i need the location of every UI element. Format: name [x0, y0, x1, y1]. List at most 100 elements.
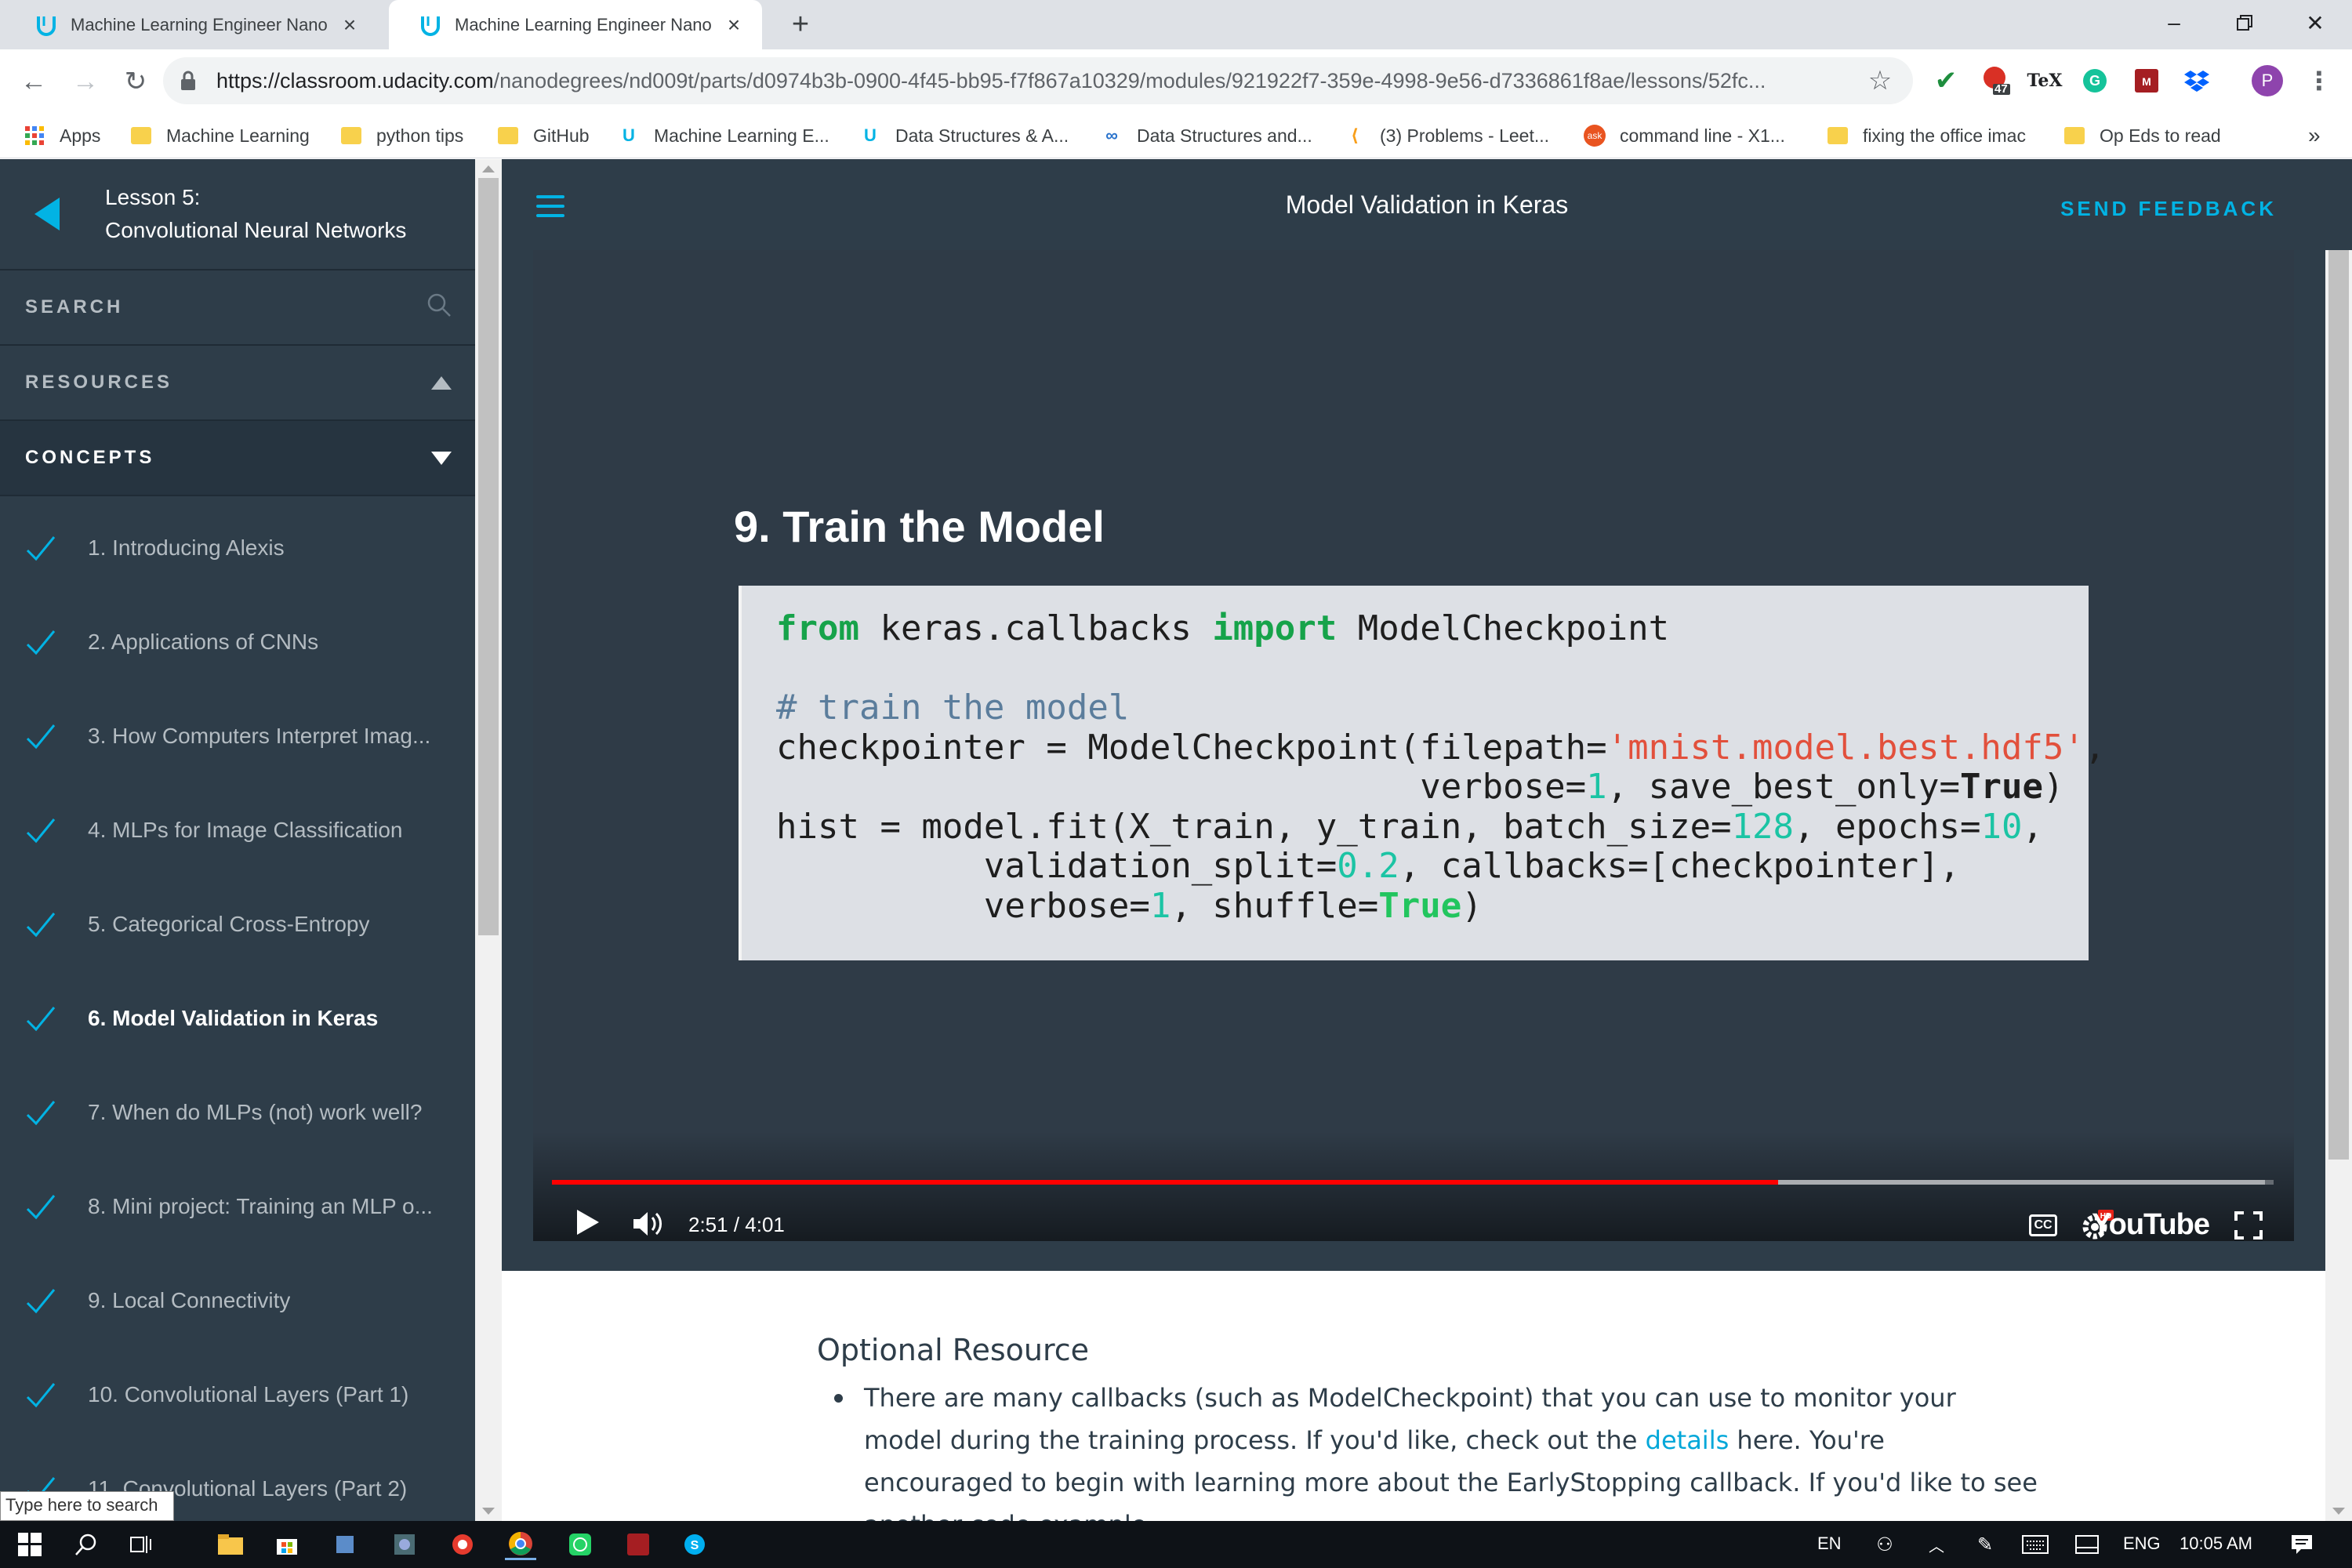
- slide-title: 9. Train the Model: [734, 502, 1105, 551]
- bookmark-link[interactable]: ∞ Data Structures and...: [1101, 113, 1312, 158]
- concepts-label: CONCEPTS: [25, 447, 155, 468]
- store-icon[interactable]: [271, 1529, 303, 1560]
- page-scrollbar[interactable]: [2325, 250, 2352, 1521]
- sidebar-resources[interactable]: RESOURCES: [0, 346, 475, 421]
- keyboard-icon[interactable]: [2020, 1529, 2051, 1560]
- chrome-icon[interactable]: [505, 1529, 536, 1560]
- back-triangle-icon[interactable]: [34, 198, 60, 230]
- task-view-icon[interactable]: [125, 1529, 157, 1560]
- browser-tab-strip: Machine Learning Engineer Nano × Machine…: [0, 0, 2352, 49]
- display-icon[interactable]: [2071, 1529, 2103, 1560]
- sidebar-item-concept[interactable]: 2. Applications of CNNs: [0, 595, 475, 689]
- sidebar-item-concept[interactable]: 9. Local Connectivity: [0, 1254, 475, 1348]
- fullscreen-icon[interactable]: [2234, 1211, 2263, 1243]
- whatsapp-icon[interactable]: [564, 1529, 596, 1560]
- concept-label: 2. Applications of CNNs: [88, 630, 319, 654]
- clock[interactable]: 10:05 AM: [2180, 1534, 2252, 1554]
- sidebar-item-concept[interactable]: 8. Mini project: Training an MLP o...: [0, 1160, 475, 1254]
- play-icon[interactable]: [577, 1210, 599, 1235]
- mendeley-icon[interactable]: [622, 1529, 654, 1560]
- bookmark-apps[interactable]: Apps: [24, 113, 100, 158]
- taskbar-search-box[interactable]: Type here to search: [0, 1491, 174, 1521]
- keyboard-language[interactable]: ENG: [2123, 1534, 2161, 1554]
- video-player[interactable]: 9. Train the Model from keras.callbacks …: [533, 250, 2294, 1241]
- close-tab-icon[interactable]: ×: [337, 13, 362, 38]
- code-snippet: from keras.callbacks import ModelCheckpo…: [739, 586, 2105, 960]
- input-language[interactable]: EN: [1817, 1534, 1842, 1554]
- scroll-down-arrow-icon[interactable]: [2332, 1508, 2345, 1515]
- send-feedback-button[interactable]: SEND FEEDBACK: [2060, 197, 2277, 221]
- sidebar-concepts[interactable]: CONCEPTS: [0, 421, 475, 496]
- grammarly-icon[interactable]: G: [2078, 64, 2112, 98]
- app-icon[interactable]: [447, 1529, 478, 1560]
- notification-icon[interactable]: [2286, 1529, 2318, 1560]
- windows-start-icon[interactable]: [14, 1529, 45, 1560]
- sidebar-item-concept[interactable]: 5. Categorical Cross-Entropy: [0, 877, 475, 971]
- reload-icon[interactable]: ↻: [114, 60, 157, 103]
- close-window-icon[interactable]: ✕: [2280, 0, 2350, 45]
- pen-icon[interactable]: ✎: [1969, 1529, 2001, 1560]
- chevron-up-icon[interactable]: ︿: [1921, 1529, 1952, 1560]
- skype-icon[interactable]: S: [679, 1529, 710, 1560]
- bookmark-label: Machine Learning E...: [654, 125, 829, 146]
- people-icon[interactable]: ⚇: [1869, 1529, 1900, 1560]
- youtube-logo[interactable]: YouTube: [2092, 1208, 2210, 1242]
- bookmarks-overflow-button[interactable]: »: [2308, 113, 2321, 158]
- hamburger-menu-icon[interactable]: [536, 195, 564, 223]
- video-progress-bar[interactable]: [552, 1180, 2274, 1185]
- back-arrow-icon[interactable]: ←: [13, 60, 55, 103]
- mendeley-icon[interactable]: M: [2129, 64, 2164, 98]
- adblock-extension-icon[interactable]: 47: [1979, 64, 2013, 98]
- sidebar-item-concept[interactable]: 6. Model Validation in Keras: [0, 971, 475, 1065]
- restore-icon[interactable]: [2209, 0, 2280, 45]
- sidebar-item-concept[interactable]: 7. When do MLPs (not) work well?: [0, 1065, 475, 1160]
- bookmark-link[interactable]: U Machine Learning E...: [618, 113, 829, 158]
- scrollbar-thumb[interactable]: [478, 178, 499, 935]
- browser-tab[interactable]: Machine Learning Engineer Nano ×: [5, 0, 378, 49]
- browser-tab-active[interactable]: Machine Learning Engineer Nano ×: [389, 0, 762, 49]
- profile-avatar[interactable]: P: [2250, 64, 2285, 98]
- volume-icon[interactable]: [630, 1207, 665, 1245]
- search-icon[interactable]: [426, 292, 452, 323]
- forward-arrow-icon[interactable]: →: [64, 60, 107, 103]
- bookmark-link[interactable]: U Data Structures & A...: [859, 113, 1069, 158]
- details-link[interactable]: details: [1646, 1425, 1730, 1455]
- bookmark-folder[interactable]: fixing the office imac: [1827, 113, 2026, 158]
- lesson-header[interactable]: Lesson 5: Convolutional Neural Networks: [0, 159, 475, 270]
- bookmark-folder[interactable]: Op Eds to read: [2063, 113, 2221, 158]
- search-icon[interactable]: [71, 1529, 102, 1560]
- windows-taskbar: S EN ⚇ ︿ ✎ ENG 10:05 AM: [0, 1521, 2352, 1568]
- bookmark-link[interactable]: ask command line - X1...: [1584, 113, 1785, 158]
- close-tab-icon[interactable]: ×: [721, 13, 746, 38]
- menu-kebab-icon[interactable]: ⋮: [2302, 64, 2336, 98]
- scroll-down-arrow-icon[interactable]: [482, 1508, 495, 1515]
- minimize-icon[interactable]: –: [2139, 0, 2209, 45]
- bookmark-star-icon[interactable]: ☆: [1864, 65, 1896, 96]
- app-icon[interactable]: [329, 1529, 361, 1560]
- bookmark-label: Apps: [60, 125, 101, 146]
- bookmark-folder[interactable]: Machine Learning: [130, 113, 310, 158]
- checkmark-extension-icon[interactable]: ✔: [1929, 64, 1963, 98]
- sidebar-item-concept[interactable]: 4. MLPs for Image Classification: [0, 783, 475, 877]
- scrollbar-thumb[interactable]: [2328, 250, 2349, 1160]
- address-bar[interactable]: https://classroom.udacity.com/nanodegree…: [163, 57, 1913, 104]
- sidebar-item-concept[interactable]: 1. Introducing Alexis: [0, 501, 475, 595]
- bookmark-folder[interactable]: GitHub: [497, 113, 590, 158]
- app-icon[interactable]: [389, 1529, 420, 1560]
- tex-extension-icon[interactable]: TeX: [2027, 64, 2063, 98]
- file-explorer-icon[interactable]: [215, 1529, 246, 1560]
- bookmark-folder[interactable]: python tips: [340, 113, 463, 158]
- bookmark-label: (3) Problems - Leet...: [1380, 125, 1550, 146]
- sidebar-item-concept[interactable]: 3. How Computers Interpret Imag...: [0, 689, 475, 783]
- bookmark-link[interactable]: ⟨ (3) Problems - Leet...: [1344, 113, 1549, 158]
- concept-list: 1. Introducing Alexis 2. Applications of …: [0, 496, 475, 1521]
- dropbox-icon[interactable]: [2180, 64, 2214, 98]
- sidebar-search[interactable]: SEARCH: [0, 270, 475, 346]
- sidebar-scrollbar[interactable]: [475, 159, 502, 1521]
- new-tab-button[interactable]: +: [782, 6, 818, 42]
- scroll-up-arrow-icon[interactable]: [482, 165, 495, 172]
- captions-button[interactable]: CC: [2029, 1214, 2057, 1236]
- sidebar-item-concept[interactable]: 10. Convolutional Layers (Part 1): [0, 1348, 475, 1442]
- concept-label: 3. How Computers Interpret Imag...: [88, 724, 431, 748]
- lesson-sidebar: Lesson 5: Convolutional Neural Networks …: [0, 159, 475, 1521]
